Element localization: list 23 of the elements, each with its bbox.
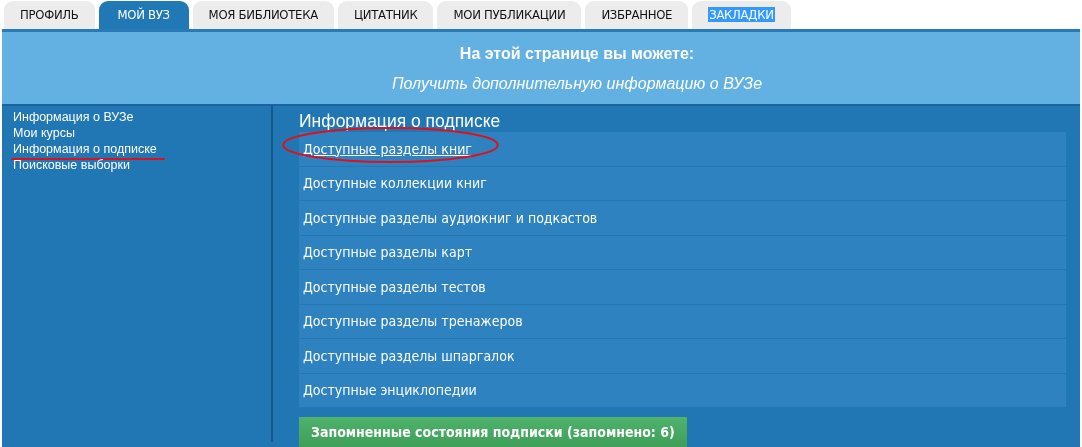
tab[interactable]: ИЗБРАННОЕ (585, 1, 689, 29)
sidebar-link[interactable]: Информация о подписке (13, 142, 157, 156)
tab[interactable]: МОЯ БИБЛИОТЕКА (192, 1, 334, 29)
subscription-link[interactable]: Доступные разделы карт (303, 244, 472, 261)
header-subtitle: Получить дополнительную информацию о ВУЗе (390, 74, 764, 94)
section-heading: Информация о подписке (299, 110, 502, 132)
subscription-link[interactable]: Доступные разделы тренажеров (303, 313, 523, 330)
header-title: На этой странице вы можете: (458, 44, 696, 64)
saved-states-button[interactable]: Запомненные состояния подписки (запомнено: 6) (299, 417, 687, 447)
subscription-link[interactable]: Доступные энциклопедии (303, 382, 477, 399)
tab[interactable]: МОЙ ВУЗ (98, 1, 189, 29)
tab[interactable]: ЦИТАТНИК (337, 1, 434, 29)
tab[interactable]: МОИ ПУБЛИКАЦИИ (437, 1, 582, 29)
tab[interactable]: ЗАКЛАДКИ (692, 1, 791, 29)
subscription-link[interactable]: Доступные коллекции книг (303, 175, 487, 192)
sidebar-link[interactable]: Поисковые выборки (13, 158, 130, 172)
tab[interactable]: ПРОФИЛЬ (4, 1, 95, 29)
subscription-link[interactable]: Доступные разделы тестов (303, 278, 486, 295)
sidebar-link[interactable]: Мои курсы (13, 126, 75, 140)
subscription-link[interactable]: Доступные разделы аудиокниг и подкастов (303, 209, 598, 226)
subscription-link[interactable]: Доступные разделы шпаргалок (303, 347, 515, 364)
sidebar-link[interactable]: Информация о ВУЗе (13, 110, 134, 124)
subscription-link[interactable]: Доступные разделы книг (303, 140, 472, 157)
